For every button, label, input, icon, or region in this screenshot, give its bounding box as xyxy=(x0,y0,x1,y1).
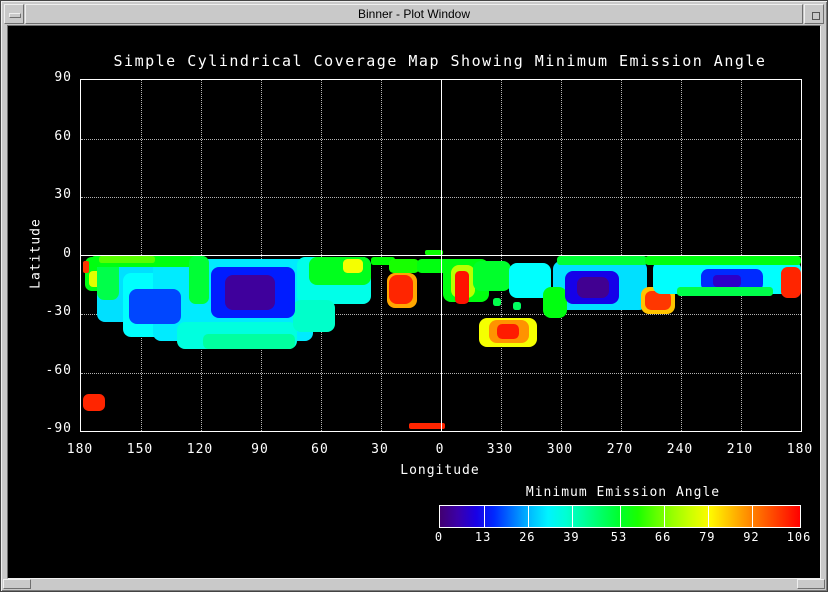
colorbar-tick-label: 92 xyxy=(731,530,771,544)
colorbar-tick xyxy=(664,506,665,527)
colorbar-tick-label: 26 xyxy=(507,530,547,544)
data-patch xyxy=(473,261,511,290)
x-tick-label: 270 xyxy=(590,442,650,457)
colorbar-tick xyxy=(708,506,709,527)
plot-client: Simple Cylindrical Coverage Map Showing … xyxy=(7,25,821,579)
data-patch xyxy=(713,275,741,287)
x-tick-label: 120 xyxy=(170,442,230,457)
plot-area xyxy=(80,79,802,432)
resize-handle-right[interactable] xyxy=(797,579,825,589)
x-tick-label: 240 xyxy=(650,442,710,457)
y-tick-label: -90 xyxy=(18,421,72,436)
x-tick-label: 210 xyxy=(710,442,770,457)
data-patch xyxy=(455,271,469,304)
data-patch xyxy=(677,287,773,297)
maximize-icon xyxy=(812,12,820,20)
maximize-button[interactable] xyxy=(804,4,824,24)
colorbar xyxy=(439,505,801,528)
x-tick-label: 60 xyxy=(290,442,350,457)
data-patch xyxy=(781,267,801,298)
colorbar-title: Minimum Emission Angle xyxy=(473,485,773,500)
data-patch xyxy=(645,256,801,266)
colorbar-tick-label: 0 xyxy=(419,530,459,544)
x-tick-label: 90 xyxy=(230,442,290,457)
y-tick-label: -30 xyxy=(18,304,72,319)
data-patch xyxy=(493,298,501,306)
x-tick-label: 0 xyxy=(410,442,470,457)
y-tick-label: -60 xyxy=(18,363,72,378)
data-patch xyxy=(343,259,363,273)
data-patch xyxy=(409,423,445,429)
colorbar-tick-label: 66 xyxy=(643,530,683,544)
y-tick-label: 90 xyxy=(18,70,72,85)
colorbar-tick xyxy=(484,506,485,527)
title-bar[interactable]: Binner - Plot Window xyxy=(25,4,803,24)
colorbar-tick-label: 106 xyxy=(779,530,819,544)
data-patch xyxy=(293,300,335,331)
data-patch xyxy=(203,334,295,350)
resize-handle-left[interactable] xyxy=(3,579,31,589)
chart-title: Simple Cylindrical Coverage Map Showing … xyxy=(80,52,800,70)
plot-window: Binner - Plot Window Simple Cylindrical … xyxy=(0,0,828,592)
x-axis-label: Longitude xyxy=(290,463,590,478)
colorbar-tick xyxy=(752,506,753,527)
data-patch xyxy=(389,275,413,304)
data-patch xyxy=(543,287,567,318)
colorbar-tick-label: 13 xyxy=(463,530,503,544)
window-menu-button[interactable] xyxy=(4,4,24,24)
data-patch xyxy=(83,261,89,273)
data-patch xyxy=(389,259,419,273)
x-tick-label: 30 xyxy=(350,442,410,457)
colorbar-tick xyxy=(572,506,573,527)
data-patch xyxy=(577,277,609,298)
colorbar-tick-label: 39 xyxy=(551,530,591,544)
colorbar-tick xyxy=(528,506,529,527)
x-tick-label: 150 xyxy=(110,442,170,457)
window-title: Binner - Plot Window xyxy=(358,7,470,21)
colorbar-tick-label: 53 xyxy=(599,530,639,544)
equator-line xyxy=(81,255,801,256)
x-tick-label: 330 xyxy=(470,442,530,457)
data-patch xyxy=(497,324,519,340)
data-patch xyxy=(557,256,647,266)
x-tick-label: 180 xyxy=(50,442,110,457)
colorbar-tick-label: 79 xyxy=(687,530,727,544)
colorbar-tick xyxy=(620,506,621,527)
data-patch xyxy=(97,261,119,300)
data-patch xyxy=(225,275,275,310)
data-patch xyxy=(83,394,105,412)
x-tick-label: 180 xyxy=(770,442,828,457)
data-patch xyxy=(189,256,209,305)
data-patch xyxy=(99,256,155,264)
data-patch xyxy=(513,302,521,310)
data-patch xyxy=(129,289,181,324)
y-tick-label: 60 xyxy=(18,129,72,144)
y-tick-label: 0 xyxy=(18,246,72,261)
window-menu-icon xyxy=(9,13,21,18)
y-tick-label: 30 xyxy=(18,187,72,202)
x-tick-label: 300 xyxy=(530,442,590,457)
